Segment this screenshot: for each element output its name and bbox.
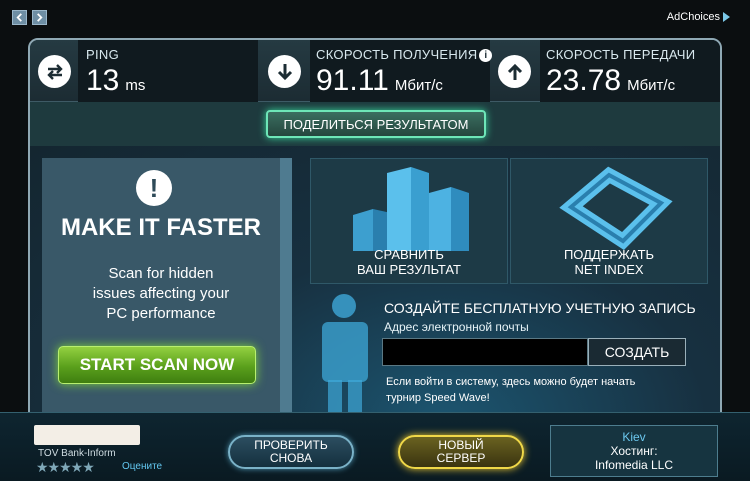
upload-arrow-icon <box>498 55 531 88</box>
ping-icon <box>38 55 71 88</box>
lower-area: ! MAKE IT FASTER Scan for hidden issues … <box>30 146 720 416</box>
share-row: ПОДЕЛИТЬСЯ РЕЗУЛЬТАТОМ <box>30 102 720 146</box>
download-unit: Мбит/с <box>394 77 443 94</box>
server-info: Kiev Хостинг: Infomedia LLC <box>550 425 718 477</box>
chevron-right-icon <box>37 13 43 22</box>
download-metric: СКОРОСТЬ ПОЛУЧЕНИЯ i 91.11 Мбит/с <box>258 40 493 102</box>
promo-text-line: issues affecting your <box>92 285 230 302</box>
chevron-left-icon <box>16 13 22 22</box>
support-netindex-tile[interactable]: ПОДДЕРЖАТЬ NET INDEX <box>510 158 708 284</box>
compare-label-line: ВАШ РЕЗУЛЬТАТ <box>357 262 461 277</box>
ping-metric: PING 13 ms <box>30 40 258 102</box>
promo-text-line: Scan for hidden <box>108 265 214 282</box>
rate-isp-link[interactable]: Оцените <box>122 461 162 472</box>
alert-icon: ! <box>136 170 172 206</box>
promo-text: Scan for hidden issues affecting your PC… <box>42 264 280 324</box>
isp-label: TOV Bank-Inform <box>38 448 116 459</box>
promo-title: MAKE IT FASTER <box>60 214 261 241</box>
email-label: Адрес электронной почты <box>384 320 529 334</box>
email-input[interactable] <box>382 338 588 366</box>
bottom-bar: TOV Bank-Inform ★★★★★ Оцените ПРОВЕРИТЬ С… <box>0 412 750 481</box>
server-host: Infomedia LLC <box>594 458 674 472</box>
register-note-line: турнир Speed Wave! <box>386 392 490 404</box>
server-city: Kiev <box>622 430 646 444</box>
promo-text-line: PC performance <box>106 305 216 322</box>
upload-label: СКОРОСТЬ ПЕРЕДАЧИ <box>546 47 696 62</box>
register-title: СОЗДАЙТЕ БЕСПЛАТНУЮ УЧЕТНУЮ ЗАПИСЬ <box>384 300 696 316</box>
compare-results-tile[interactable]: СРАВНИТЬ ВАШ РЕЗУЛЬТАТ <box>310 158 508 284</box>
speedtest-panel: PING 13 ms СКОРОСТЬ ПОЛУЧЕНИЯ i 91.11 Мбит/… <box>28 38 722 418</box>
ad-bar: AdChoices <box>0 0 750 36</box>
ad-next-button[interactable] <box>32 10 47 25</box>
download-arrow-icon <box>268 55 301 88</box>
retest-label-line: СНОВА <box>269 451 313 465</box>
server-host-label: Хостинг: <box>610 444 658 458</box>
promo-panel: ! MAKE IT FASTER Scan for hidden issues … <box>42 158 292 416</box>
compare-label-line: СРАВНИТЬ <box>374 247 444 262</box>
adchoices-link[interactable]: AdChoices <box>667 11 730 23</box>
upload-unit: Мбит/с <box>627 77 676 94</box>
new-server-button[interactable]: НОВЫЙ СЕРВЕР <box>398 435 524 469</box>
support-label-line: NET INDEX <box>574 262 644 277</box>
promo-side-strip <box>280 158 292 416</box>
adchoices-icon <box>723 12 730 22</box>
adchoices-label: AdChoices <box>666 11 720 23</box>
upload-value: 23.78 <box>546 64 622 97</box>
isp-name-redacted <box>34 425 140 445</box>
register-note-line: Если войти в систему, здесь можно будет … <box>386 376 636 388</box>
register-note: Если войти в систему, здесь можно будет … <box>386 374 676 406</box>
net-index-icon <box>559 166 673 250</box>
download-label: СКОРОСТЬ ПОЛУЧЕНИЯ <box>316 47 478 62</box>
compare-tile-label: СРАВНИТЬ ВАШ РЕЗУЛЬТАТ <box>311 247 507 277</box>
support-label-line: ПОДДЕРЖАТЬ <box>563 247 655 262</box>
new-server-label-line: СЕРВЕР <box>436 451 486 465</box>
upload-metric: СКОРОСТЬ ПЕРЕДАЧИ 23.78 Мбит/с <box>490 40 720 102</box>
ping-value: 13 <box>86 64 120 97</box>
download-value: 91.11 <box>316 64 389 97</box>
metrics-bar: PING 13 ms СКОРОСТЬ ПОЛУЧЕНИЯ i 91.11 Мбит/… <box>30 40 720 102</box>
rating-stars[interactable]: ★★★★★ <box>36 459 95 476</box>
ping-unit: ms <box>125 77 146 94</box>
bar-chart-icon <box>353 167 469 251</box>
share-results-button[interactable]: ПОДЕЛИТЬСЯ РЕЗУЛЬТАТОМ <box>266 110 486 138</box>
ping-label: PING <box>86 47 119 62</box>
ad-prev-button[interactable] <box>12 10 27 25</box>
retest-button[interactable]: ПРОВЕРИТЬ СНОВА <box>228 435 354 469</box>
support-tile-label: ПОДДЕРЖАТЬ NET INDEX <box>511 247 707 277</box>
create-account-button[interactable]: СОЗДАТЬ <box>588 338 686 366</box>
start-scan-button[interactable]: START SCAN NOW <box>58 346 256 384</box>
